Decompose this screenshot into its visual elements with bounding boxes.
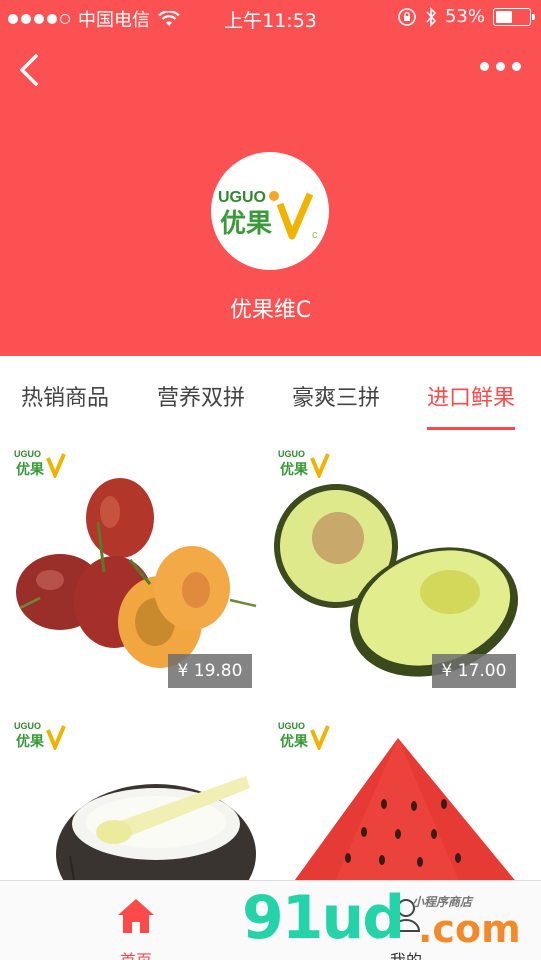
svg-text:UGUO: UGUO (278, 449, 305, 459)
home-icon (118, 899, 154, 933)
watermelon-image (294, 738, 515, 880)
tab-double[interactable]: 营养双拼 (157, 380, 245, 432)
rotation-lock-icon (398, 7, 416, 26)
product-card[interactable]: UGUO 优果 ¥ 19.80 (10, 432, 264, 692)
category-tabs: 热销商品 营养双拼 豪爽三拼 进口鲜果 (0, 356, 541, 432)
tab-hot[interactable]: 热销商品 (21, 380, 109, 432)
price-tag: ¥ 17.00 (432, 654, 516, 688)
tab-imported[interactable]: 进口鲜果 (427, 380, 516, 432)
tab-mine-label: 我的 (366, 947, 446, 960)
bluetooth-icon (426, 6, 437, 27)
svg-text:UGUO: UGUO (14, 721, 41, 731)
svg-text:c: c (312, 229, 318, 241)
tab-mine[interactable]: 我的 (366, 889, 446, 960)
tab-home[interactable]: 首页 (96, 889, 176, 960)
status-bar: 中国电信 上午11:53 53% (0, 0, 541, 36)
bottom-tab-bar: 首页 我的 91ud 小程序商店 .com (0, 880, 541, 960)
svg-text:UGUO: UGUO (218, 189, 266, 206)
coconut-image (56, 776, 256, 880)
more-icon[interactable] (480, 62, 521, 71)
price-tag: ¥ 19.80 (168, 654, 252, 688)
svg-text:UGUO: UGUO (278, 721, 305, 731)
svg-text:UGUO: UGUO (14, 449, 41, 459)
tab-triple[interactable]: 豪爽三拼 (292, 380, 380, 432)
tab-home-label: 首页 (96, 947, 176, 960)
back-icon[interactable] (14, 52, 48, 88)
store-logo: UGUO 优果 c (211, 152, 329, 270)
user-icon (391, 899, 421, 932)
product-grid: UGUO 优果 ¥ 19.80 UGUO 优果 ¥ 17.00 UGUO 优果 … (0, 432, 541, 880)
store-name: 优果维C (229, 298, 312, 323)
store-header: 中国电信 上午11:53 53% UGUO 优果 c 优果维C (0, 0, 541, 356)
svg-text:优果: 优果 (220, 209, 272, 239)
active-tab-indicator (427, 427, 516, 430)
product-card[interactable]: UGUO 优果 (10, 704, 264, 880)
product-card[interactable]: UGUO 优果 ¥ 17.00 (274, 432, 528, 692)
product-card[interactable]: UGUO 优果 (274, 704, 528, 880)
battery-icon (493, 7, 535, 26)
battery-percent: 53% (444, 6, 485, 27)
